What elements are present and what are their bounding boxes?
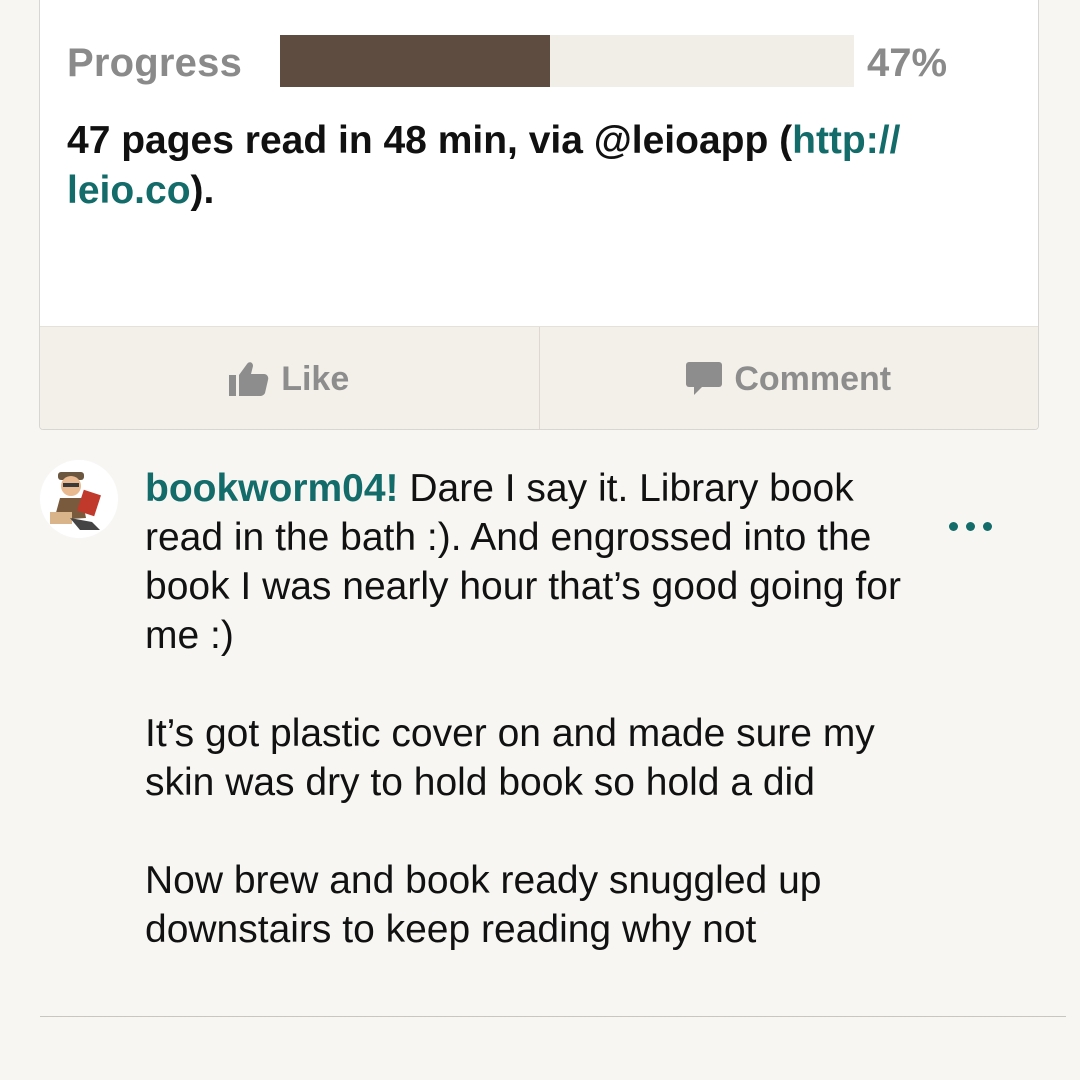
action-bar: Like Comment: [40, 326, 1039, 429]
progress-percent: 47%: [867, 41, 948, 85]
divider: [40, 1016, 1066, 1017]
update-text-prefix: 47 pages read in 48 min, via @leioapp (: [67, 119, 793, 162]
comment-paragraph: bookworm04! Dare I say it. Library book …: [145, 464, 905, 660]
progress-bar-fill: [280, 35, 550, 87]
comment-username[interactable]: bookworm04!: [145, 467, 399, 510]
like-label: Like: [281, 359, 350, 398]
more-dot: [949, 521, 958, 531]
comment-label: Comment: [734, 359, 892, 398]
speech-bubble-icon: [686, 362, 723, 396]
more-dots-icon[interactable]: [949, 516, 999, 536]
update-text-suffix: ).: [190, 169, 215, 212]
reading-update-card: Progress 47% 47 pages read in 48 min, vi…: [39, 0, 1039, 430]
comment-paragraph: Now brew and book ready snuggled up down…: [145, 859, 822, 951]
update-text: 47 pages read in 48 min, via @leioapp (h…: [67, 116, 1022, 216]
more-dot: [966, 521, 975, 531]
thumbs-up-icon: [229, 361, 269, 397]
comment-paragraph: It’s got plastic cover on and made sure …: [145, 712, 875, 804]
progress-row: Progress 47%: [67, 35, 1007, 89]
cartoon-reader-avatar-icon: [40, 460, 118, 538]
comment-body: bookworm04! Dare I say it. Library book …: [145, 464, 905, 954]
progress-label: Progress: [67, 41, 243, 85]
progress-bar: [280, 35, 854, 87]
like-button[interactable]: Like: [40, 327, 539, 429]
feed-page: Progress 47% 47 pages read in 48 min, vi…: [0, 0, 1080, 1080]
more-dot: [983, 521, 992, 531]
comment-button[interactable]: Comment: [538, 327, 1039, 429]
avatar[interactable]: [40, 460, 118, 538]
